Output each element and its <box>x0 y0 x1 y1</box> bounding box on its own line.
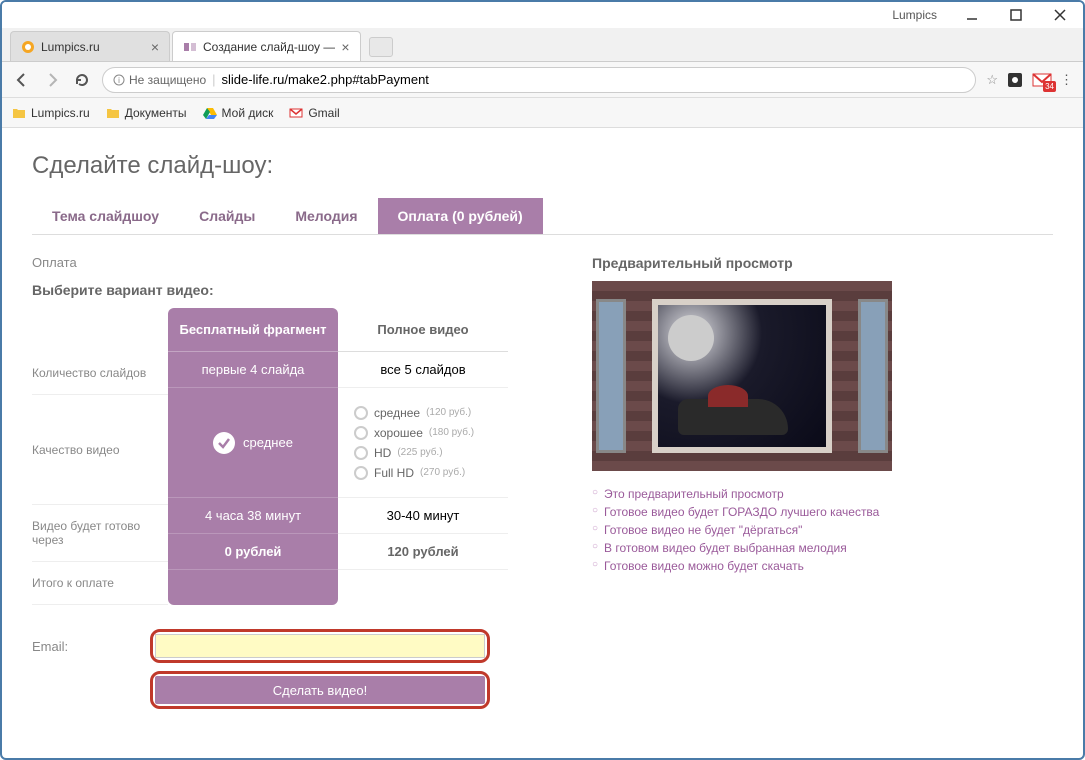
email-highlight <box>150 629 490 663</box>
email-label: Email: <box>32 639 150 654</box>
free-time: 4 часа 38 минут <box>168 498 338 534</box>
new-tab-button[interactable] <box>369 37 393 57</box>
reload-button[interactable] <box>72 70 92 90</box>
section-title: Оплата <box>32 255 552 270</box>
bookmark-item[interactable]: Мой диск <box>203 106 274 120</box>
favicon-icon <box>183 40 197 54</box>
folder-icon <box>12 106 26 120</box>
tab-close-icon[interactable]: × <box>341 39 349 55</box>
bookmark-item[interactable]: Gmail <box>289 106 339 120</box>
list-item: Это предварительный просмотр <box>604 485 1053 503</box>
full-slides: все 5 слайдов <box>338 352 508 388</box>
list-item: Готовое видео не будет "дёргаться" <box>604 521 1053 539</box>
extension-icon[interactable] <box>1006 71 1024 89</box>
submit-highlight: Сделать видео! <box>150 671 490 709</box>
quality-option[interactable]: среднее(120 руб.) <box>338 403 508 423</box>
url-input[interactable] <box>222 72 966 87</box>
tab-theme[interactable]: Тема слайдшоу <box>32 198 179 234</box>
svg-text:i: i <box>118 76 120 85</box>
tab-melody[interactable]: Мелодия <box>275 198 377 234</box>
bookmark-item[interactable]: Документы <box>106 106 187 120</box>
browser-menu-button[interactable]: ⋮ <box>1060 72 1073 88</box>
radio-icon <box>354 426 368 440</box>
page-tabs: Тема слайдшоу Слайды Мелодия Оплата (0 р… <box>32 198 1053 235</box>
tab-slides[interactable]: Слайды <box>179 198 275 234</box>
window-titlebar: x Lumpics <box>2 2 1083 28</box>
gmail-extension-icon[interactable]: 34 <box>1032 70 1052 90</box>
row-label-time: Видео будет готово через <box>32 505 168 562</box>
radio-icon <box>354 446 368 460</box>
gmail-badge: 34 <box>1043 81 1056 92</box>
drive-icon <box>203 106 217 120</box>
tab-title: Создание слайд-шоу — <box>203 40 335 54</box>
tab-close-icon[interactable]: × <box>151 39 159 55</box>
address-bar: i Не защищено | ☆ 34 ⋮ <box>2 62 1083 98</box>
browser-tab[interactable]: Создание слайд-шоу — × <box>172 31 361 61</box>
insecure-label: Не защищено <box>129 73 206 87</box>
preview-image <box>592 281 892 471</box>
close-window-button[interactable] <box>1041 4 1079 26</box>
forward-button[interactable] <box>42 70 62 90</box>
list-item: В готовом видео будет выбранная мелодия <box>604 539 1053 557</box>
quality-option[interactable]: Full HD(270 руб.) <box>338 463 508 483</box>
bookmark-item[interactable]: Lumpics.ru <box>12 106 90 120</box>
radio-icon <box>354 466 368 480</box>
list-item: Готовое видео можно будет скачать <box>604 557 1053 575</box>
option-free-column[interactable]: Бесплатный фрагмент первые 4 слайда сред… <box>168 308 338 605</box>
full-total: 120 рублей <box>338 534 508 570</box>
favicon-icon <box>21 40 35 54</box>
security-indicator[interactable]: i Не защищено <box>113 73 206 87</box>
preview-notes-list: Это предварительный просмотр Готовое вид… <box>592 485 1053 575</box>
radio-icon <box>354 406 368 420</box>
bookmarks-bar: Lumpics.ru Документы Мой диск Gmail <box>2 98 1083 128</box>
free-total: 0 рублей <box>168 534 338 570</box>
tab-payment[interactable]: Оплата (0 рублей) <box>378 198 543 234</box>
make-video-button[interactable]: Сделать видео! <box>155 676 485 704</box>
email-input[interactable] <box>155 634 485 658</box>
free-header: Бесплатный фрагмент <box>168 308 338 352</box>
browser-tabstrip: Lumpics.ru × Создание слайд-шоу — × <box>2 28 1083 62</box>
browser-tab[interactable]: Lumpics.ru × <box>10 31 170 61</box>
titlebar-app-name: Lumpics <box>892 8 937 22</box>
full-time: 30-40 минут <box>338 498 508 534</box>
options-table: x Количество слайдов Качество видео Виде… <box>32 308 552 605</box>
choose-variant-label: Выберите вариант видео: <box>32 282 552 298</box>
list-item: Готовое видео будет ГОРАЗДО лучшего каче… <box>604 503 1053 521</box>
bookmark-star-icon[interactable]: ☆ <box>986 72 998 88</box>
preview-title: Предварительный просмотр <box>592 255 1053 271</box>
free-slides: первые 4 слайда <box>168 352 338 388</box>
free-quality-selected: среднее <box>213 432 293 454</box>
row-label-slides: Количество слайдов <box>32 352 168 395</box>
back-button[interactable] <box>12 70 32 90</box>
quality-option[interactable]: хорошее(180 руб.) <box>338 423 508 443</box>
gmail-icon <box>289 106 303 120</box>
full-header: Полное видео <box>338 308 508 352</box>
check-icon <box>213 432 235 454</box>
option-full-column[interactable]: Полное видео все 5 слайдов среднее(120 р… <box>338 308 508 605</box>
info-icon: i <box>113 74 125 86</box>
page-heading: Сделайте слайд-шоу: <box>32 152 1053 180</box>
tab-title: Lumpics.ru <box>41 40 145 54</box>
minimize-button[interactable] <box>953 4 991 26</box>
folder-icon <box>106 106 120 120</box>
row-label-total: Итого к оплате <box>32 562 168 605</box>
quality-option[interactable]: HD(225 руб.) <box>338 443 508 463</box>
maximize-button[interactable] <box>997 4 1035 26</box>
row-label-quality: Качество видео <box>32 443 120 457</box>
page-content: Сделайте слайд-шоу: Тема слайдшоу Слайды… <box>2 128 1083 758</box>
